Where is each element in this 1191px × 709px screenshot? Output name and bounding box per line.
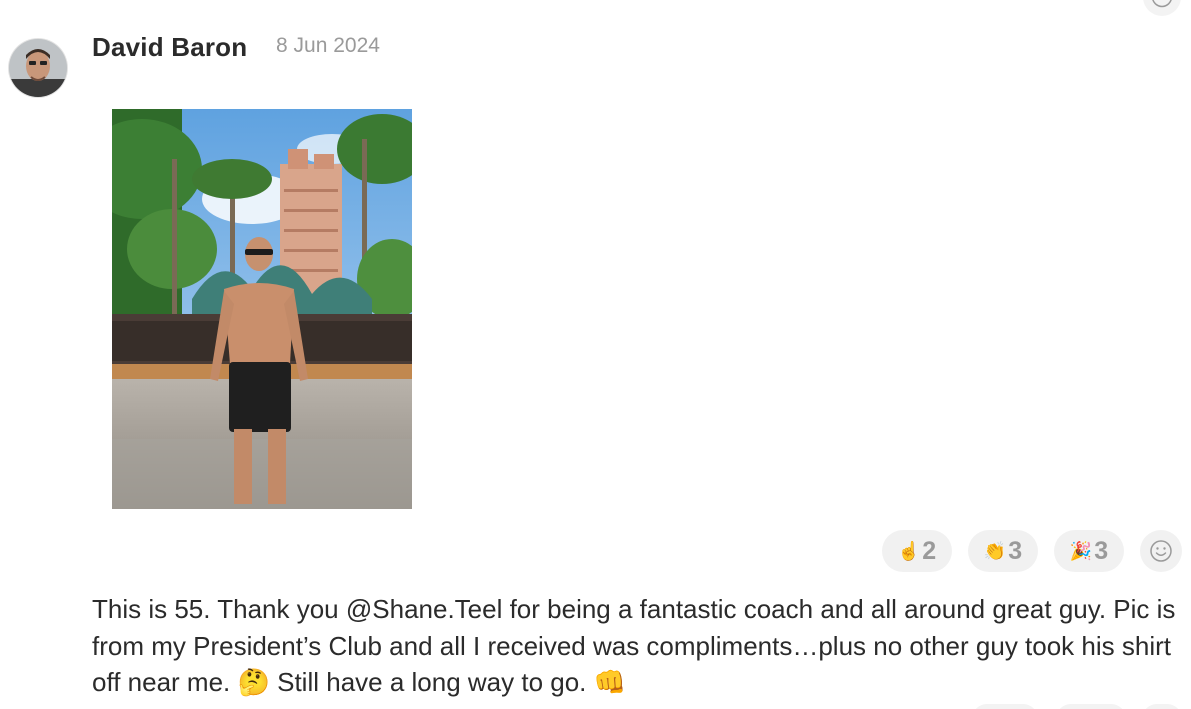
clapping-hands-icon: 👏 <box>983 540 1007 561</box>
reaction-count: 3 <box>1094 536 1109 565</box>
add-reaction-button-previous[interactable] <box>1143 0 1181 16</box>
post-message: This is 55. Thank you @Shane.Teel for be… <box>92 591 1182 701</box>
add-reaction-button[interactable] <box>1140 530 1182 572</box>
avatar[interactable] <box>9 39 67 97</box>
smiley-face-icon <box>1150 540 1172 562</box>
reactions-bar: ☝ 2 👏 3 🎉 3 <box>882 530 1182 572</box>
reaction-pill-partial <box>1056 704 1126 709</box>
reaction-party-popper[interactable]: 🎉 3 <box>1054 530 1124 572</box>
party-popper-icon: 🎉 <box>1069 540 1093 561</box>
next-post-reactions-partial <box>0 700 1191 709</box>
author-name[interactable]: David Baron <box>92 32 247 63</box>
reaction-pill-partial <box>972 704 1038 709</box>
thinking-face-icon: 🤔 <box>237 667 270 697</box>
reaction-clapping-hands[interactable]: 👏 3 <box>968 530 1038 572</box>
fist-bump-icon: 👊 <box>593 667 627 697</box>
message-text-continued: Still have a long way to go. <box>277 667 587 697</box>
reaction-pill-partial <box>1142 704 1182 709</box>
post-photo[interactable] <box>112 109 412 509</box>
post-date: 8 Jun 2024 <box>276 34 380 57</box>
reaction-count: 3 <box>1008 536 1023 565</box>
reaction-pointing-finger[interactable]: ☝ 2 <box>882 530 952 572</box>
post-page: David Baron 8 Jun 2024 ☝ 2 👏 3 🎉 3 This … <box>0 0 1191 709</box>
pointing-finger-icon: ☝ <box>897 540 921 561</box>
smiley-face-icon <box>1152 0 1172 8</box>
reaction-count: 2 <box>922 536 937 565</box>
